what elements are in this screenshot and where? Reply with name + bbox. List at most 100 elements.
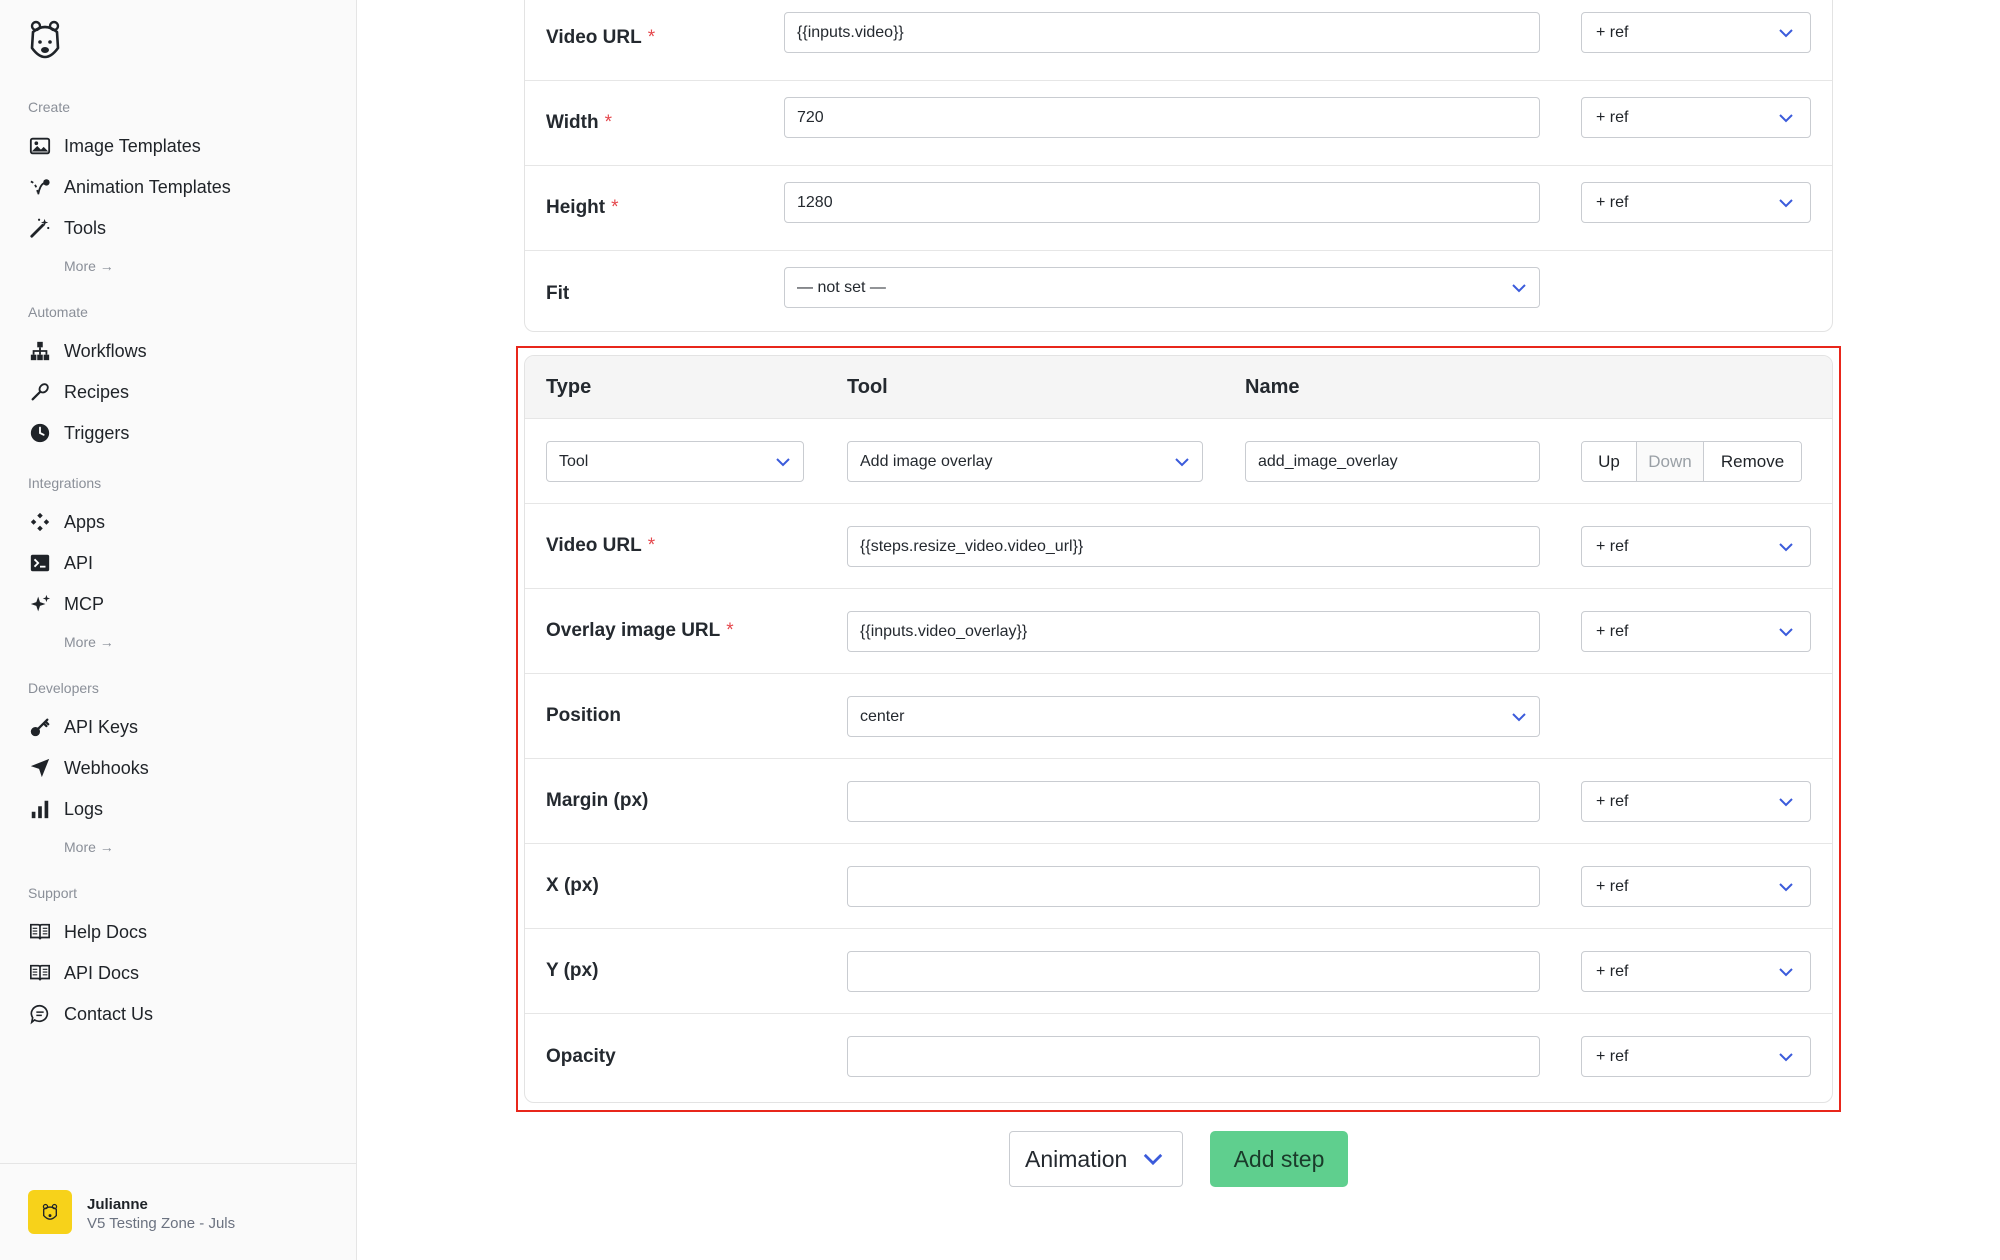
chevron-down-icon bbox=[1779, 882, 1793, 891]
field-label: Fit bbox=[546, 282, 570, 304]
more-link-create[interactable]: More → bbox=[64, 258, 114, 274]
field-label: Video URL bbox=[546, 535, 642, 556]
ref-select[interactable]: + ref bbox=[1581, 182, 1811, 223]
sidebar-item-workflows[interactable]: Workflows bbox=[28, 334, 147, 368]
image-icon bbox=[28, 134, 52, 158]
field-row-overlay-image-url: Overlay image URL * {{inputs.video_overla… bbox=[525, 589, 1832, 674]
section-title-create: Create bbox=[28, 99, 71, 115]
required-marker: * bbox=[647, 535, 656, 556]
up-button[interactable]: Up bbox=[1582, 442, 1637, 481]
height-input[interactable]: 1280 bbox=[784, 182, 1540, 223]
chevron-down-icon bbox=[1143, 1153, 1163, 1166]
header-type: Type bbox=[546, 376, 592, 398]
sidebar-item-mcp[interactable]: MCP bbox=[28, 587, 104, 621]
chevron-down-icon bbox=[1779, 1052, 1793, 1061]
video-url-input[interactable]: {{inputs.video}} bbox=[784, 12, 1540, 53]
overlay-image-url-input[interactable]: {{inputs.video_overlay}} bbox=[847, 611, 1540, 652]
bear-avatar-icon bbox=[42, 1203, 58, 1220]
field-row-opacity: Opacity + ref bbox=[525, 1014, 1832, 1099]
step-config-row: Tool Add image overlay add_image_overlay… bbox=[525, 419, 1832, 504]
resize-video-step-card: Video URL * {{inputs.video}} + ref Width *… bbox=[524, 0, 1833, 332]
ref-select[interactable]: + ref bbox=[1581, 526, 1811, 567]
sidebar-item-apps[interactable]: Apps bbox=[28, 505, 105, 539]
sidebar-item-api-docs[interactable]: API Docs bbox=[28, 956, 139, 990]
margin-input[interactable] bbox=[847, 781, 1540, 822]
chevron-down-icon bbox=[1779, 627, 1793, 636]
step-header: Type Tool Name bbox=[525, 356, 1832, 419]
field-label: X (px) bbox=[546, 875, 599, 896]
avatar bbox=[28, 1190, 72, 1234]
sidebar-item-help-docs[interactable]: Help Docs bbox=[28, 915, 147, 949]
chevron-down-icon bbox=[1779, 797, 1793, 806]
chevron-down-icon bbox=[1779, 28, 1793, 37]
x-input[interactable] bbox=[847, 866, 1540, 907]
y-input[interactable] bbox=[847, 951, 1540, 992]
chevron-down-icon bbox=[1512, 283, 1526, 292]
step-type-select[interactable]: Animation bbox=[1009, 1131, 1183, 1187]
chevron-down-icon bbox=[1779, 967, 1793, 976]
field-label: Y (px) bbox=[546, 960, 599, 981]
sparkle-icon bbox=[28, 592, 52, 616]
more-link-integrations[interactable]: More → bbox=[64, 634, 114, 650]
more-link-developers[interactable]: More → bbox=[64, 839, 114, 855]
field-label: Opacity bbox=[546, 1045, 616, 1067]
type-select[interactable]: Tool bbox=[546, 441, 804, 482]
opacity-input[interactable] bbox=[847, 1036, 1540, 1077]
width-input[interactable]: 720 bbox=[784, 97, 1540, 138]
sidebar-item-animation-templates[interactable]: Animation Templates bbox=[28, 170, 231, 204]
ref-select[interactable]: + ref bbox=[1581, 866, 1811, 907]
chat-icon bbox=[28, 1002, 52, 1026]
ref-select[interactable]: + ref bbox=[1581, 1036, 1811, 1077]
step-name-input[interactable]: add_image_overlay bbox=[1245, 441, 1540, 482]
send-icon bbox=[28, 756, 52, 780]
ref-select[interactable]: + ref bbox=[1581, 611, 1811, 652]
header-name: Name bbox=[1245, 376, 1300, 398]
magic-wand-icon bbox=[28, 216, 52, 240]
video-url-input[interactable]: {{steps.resize_video.video_url}} bbox=[847, 526, 1540, 567]
add-step-button[interactable]: Add step bbox=[1210, 1131, 1348, 1187]
field-row-video-url: Video URL * {{inputs.video}} + ref bbox=[525, 0, 1832, 81]
field-row-fit: Fit — not set — bbox=[525, 251, 1832, 336]
required-marker: * bbox=[726, 620, 734, 641]
fit-select[interactable]: — not set — bbox=[784, 267, 1540, 308]
sidebar-item-contact-us[interactable]: Contact Us bbox=[28, 997, 153, 1031]
chevron-down-icon bbox=[1512, 712, 1526, 721]
field-row-y: Y (px) + ref bbox=[525, 929, 1832, 1014]
book-icon bbox=[28, 920, 52, 944]
user-profile[interactable]: Julianne V5 Testing Zone - Juls bbox=[0, 1163, 357, 1260]
ref-select[interactable]: + ref bbox=[1581, 781, 1811, 822]
header-tool: Tool bbox=[847, 376, 888, 398]
field-row-x: X (px) + ref bbox=[525, 844, 1832, 929]
user-workspace: V5 Testing Zone - Juls bbox=[87, 1215, 236, 1232]
ref-select[interactable]: + ref bbox=[1581, 12, 1811, 53]
down-button[interactable]: Down bbox=[1637, 442, 1704, 481]
sidebar-item-recipes[interactable]: Recipes bbox=[28, 375, 129, 409]
section-title-automate: Automate bbox=[28, 304, 88, 320]
key-icon bbox=[28, 715, 52, 739]
ref-select[interactable]: + ref bbox=[1581, 951, 1811, 992]
field-row-position: Position center bbox=[525, 674, 1832, 759]
step-actions: Up Down Remove bbox=[1581, 441, 1802, 482]
sidebar-item-api[interactable]: API bbox=[28, 546, 93, 580]
field-label: Video URL bbox=[546, 27, 642, 48]
sidebar-item-api-keys[interactable]: API Keys bbox=[28, 710, 138, 744]
field-label: Height bbox=[546, 197, 606, 218]
sidebar-item-webhooks[interactable]: Webhooks bbox=[28, 751, 149, 785]
tool-select[interactable]: Add image overlay bbox=[847, 441, 1203, 482]
sidebar-item-triggers[interactable]: Triggers bbox=[28, 416, 129, 450]
ref-select[interactable]: + ref bbox=[1581, 97, 1811, 138]
apps-icon bbox=[28, 510, 52, 534]
recipe-icon bbox=[28, 380, 52, 404]
bear-logo-icon[interactable] bbox=[28, 20, 62, 64]
sidebar-item-tools[interactable]: Tools bbox=[28, 211, 106, 245]
chevron-down-icon bbox=[1779, 542, 1793, 551]
sidebar: Create Image Templates Animation Templat… bbox=[0, 0, 357, 1260]
field-label: Width bbox=[546, 112, 599, 133]
sidebar-item-image-templates[interactable]: Image Templates bbox=[28, 129, 201, 163]
chevron-down-icon bbox=[1779, 113, 1793, 122]
sidebar-item-logs[interactable]: Logs bbox=[28, 792, 103, 826]
position-select[interactable]: center bbox=[847, 696, 1540, 737]
required-marker: * bbox=[647, 27, 656, 48]
remove-button[interactable]: Remove bbox=[1704, 442, 1801, 481]
section-title-support: Support bbox=[28, 885, 78, 901]
